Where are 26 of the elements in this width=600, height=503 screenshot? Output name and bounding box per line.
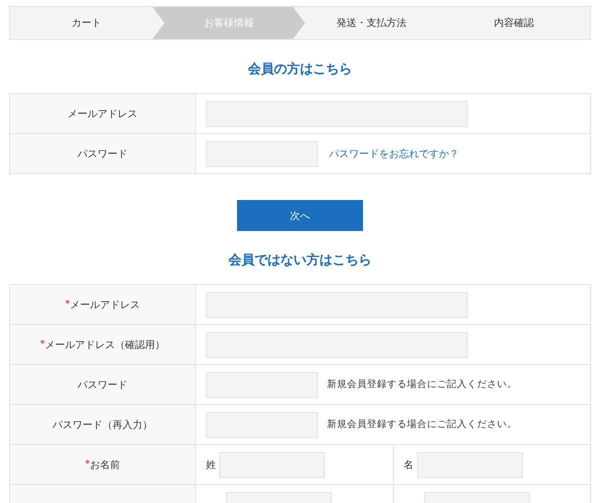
name-part-label: 名 xyxy=(404,458,414,472)
required-mark: * xyxy=(65,299,70,310)
hint-text: 新規会員登録する場合にご記入ください。 xyxy=(327,378,517,391)
name-part-label: 姓 xyxy=(206,458,216,472)
forgot-password-link[interactable]: パスワードをお忘れですか？ xyxy=(329,146,459,160)
hint-text: 新規会員登録する場合にご記入ください。 xyxy=(327,418,517,431)
input-field[interactable] xyxy=(206,332,468,358)
field-label: お名前 xyxy=(90,458,120,472)
field-label: メールアドレス xyxy=(68,108,138,120)
input-field[interactable] xyxy=(206,372,318,398)
input-field[interactable] xyxy=(206,140,318,166)
field-label: パスワード xyxy=(78,378,128,392)
field-label: メールアドレス（確認用） xyxy=(45,338,165,352)
input-field[interactable] xyxy=(219,452,325,478)
input-field[interactable] xyxy=(206,292,468,318)
input-field[interactable] xyxy=(206,412,318,438)
input-field[interactable] xyxy=(206,100,468,126)
next-button[interactable]: 次へ xyxy=(237,200,363,231)
required-mark: * xyxy=(40,339,45,350)
field-label: パスワード xyxy=(78,148,128,160)
required-mark: * xyxy=(85,459,90,470)
field-label: パスワード（再入力） xyxy=(52,418,152,432)
section-heading: 会員ではない方はこちら xyxy=(227,252,372,269)
section-heading: 会員の方はこちら xyxy=(246,60,353,78)
field-label: メールアドレス xyxy=(70,298,140,312)
input-field[interactable] xyxy=(416,452,522,478)
